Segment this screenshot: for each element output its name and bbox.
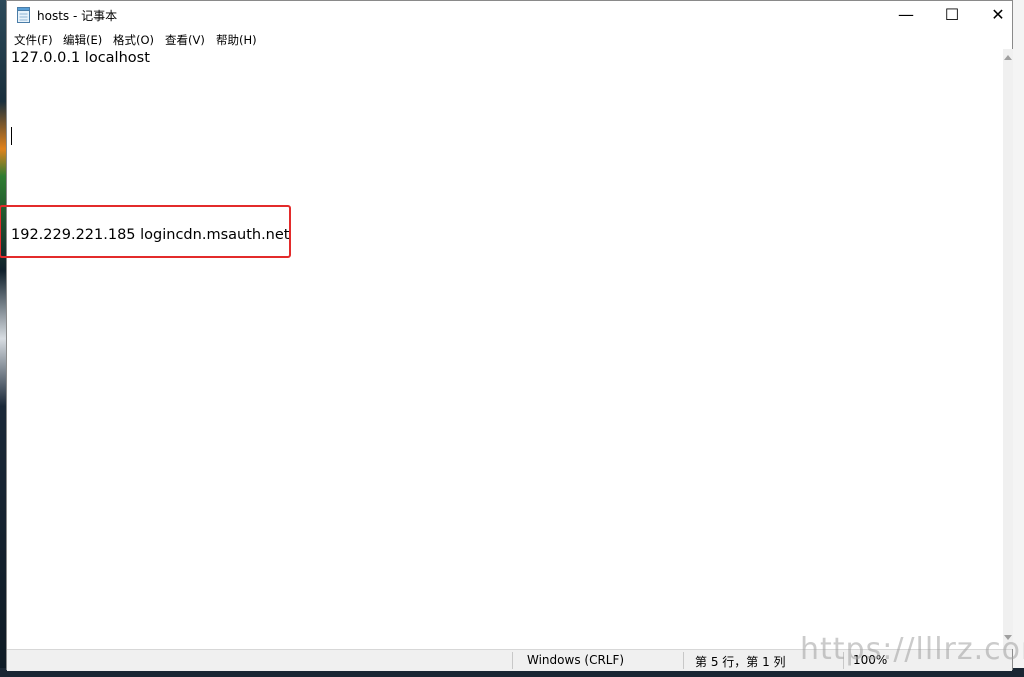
background-window-edge	[1012, 0, 1024, 677]
maximize-button[interactable]: ☐	[929, 1, 975, 29]
status-position: 第 5 行，第 1 列	[695, 655, 786, 669]
menu-view[interactable]: 查看(V)	[165, 32, 205, 48]
text-caret	[11, 127, 12, 145]
vertical-scrollbar[interactable]	[1003, 49, 1013, 649]
text-editor[interactable]: 127.0.0.1 localhost 192.229.221.185 logi…	[0, 49, 1003, 649]
highlight-box	[0, 205, 291, 258]
status-separator	[683, 652, 684, 669]
scroll-up-icon[interactable]	[1004, 55, 1012, 60]
minimize-icon: —	[898, 5, 914, 24]
notepad-window: hosts - 记事本 — ☐ ✕ 文件(F) 编辑(E) 格式(O) 查看(V…	[0, 0, 1013, 671]
minimize-button[interactable]: —	[883, 1, 929, 29]
status-encoding: Windows (CRLF)	[527, 653, 625, 667]
status-separator	[512, 652, 513, 669]
menu-format[interactable]: 格式(O)	[113, 32, 154, 48]
menu-file[interactable]: 文件(F)	[14, 32, 53, 48]
menu-edit[interactable]: 编辑(E)	[63, 32, 102, 48]
menu-help[interactable]: 帮助(H)	[216, 32, 257, 48]
text-line-1: 127.0.0.1 localhost	[11, 50, 150, 66]
window-title: hosts - 记事本	[37, 9, 118, 23]
title-bar[interactable]: hosts - 记事本 — ☐ ✕	[7, 1, 1012, 29]
menu-bar: 文件(F) 编辑(E) 格式(O) 查看(V) 帮助(H)	[7, 29, 1012, 49]
notepad-icon	[17, 7, 30, 23]
close-button[interactable]: ✕	[975, 1, 1021, 29]
maximize-icon: ☐	[944, 5, 960, 24]
close-icon: ✕	[991, 5, 1005, 24]
watermark-text: https://lllrz.com	[800, 632, 1024, 667]
